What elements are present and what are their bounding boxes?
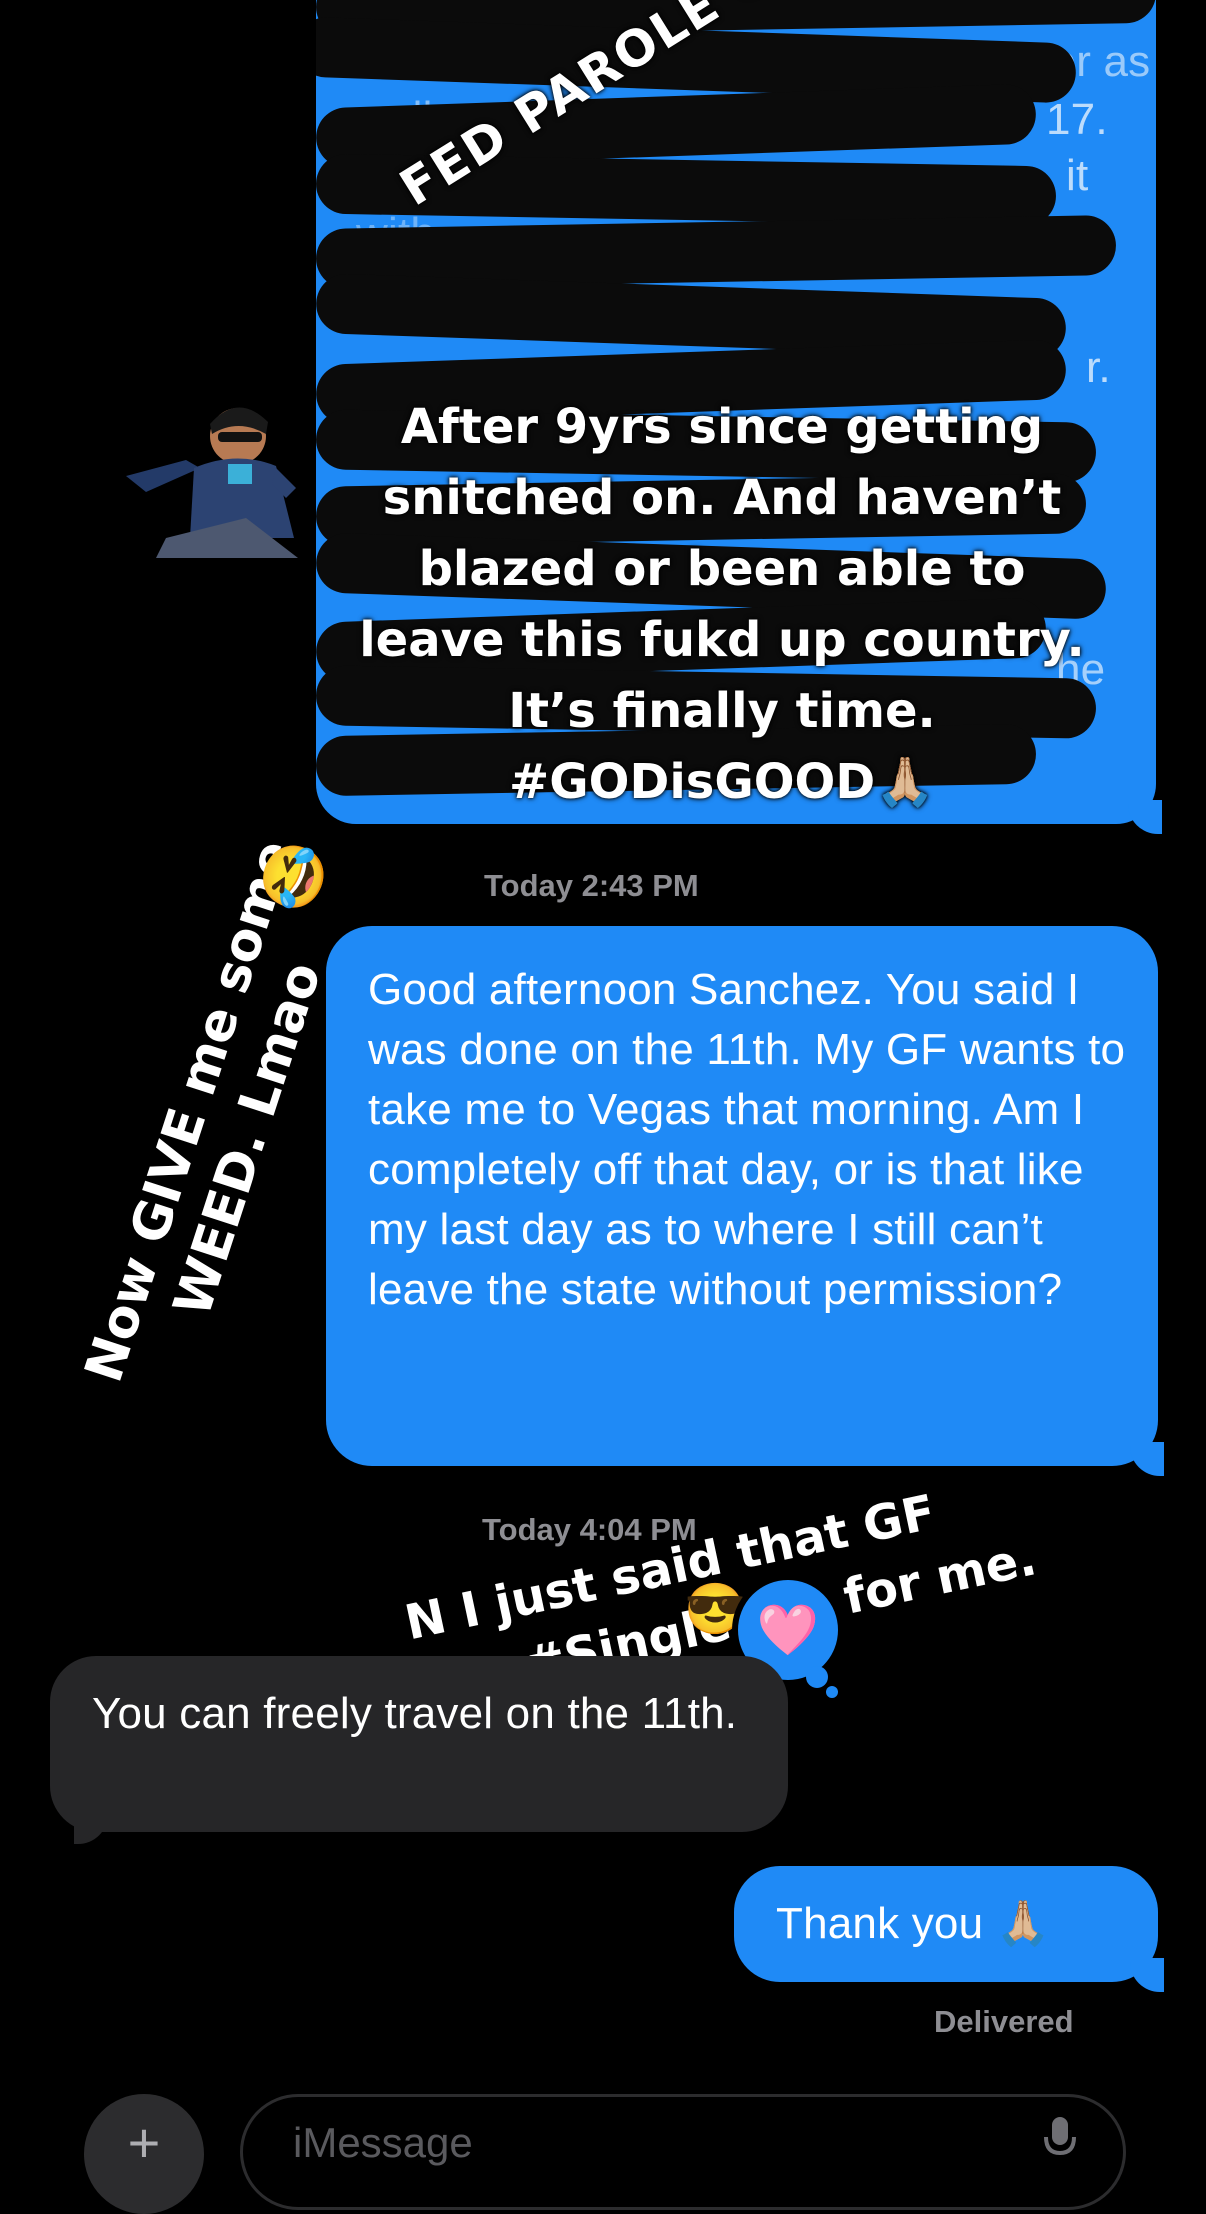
redacted-fragment: r. (1086, 343, 1111, 392)
overlay-side-text: Now GIVE me some WEED. Lmao (72, 833, 368, 1410)
message-input-placeholder: iMessage (293, 2119, 473, 2166)
outgoing-bubble: Good afternoon Sanchez. You said I was d… (326, 926, 1158, 1466)
bubble-tail (1128, 800, 1162, 834)
microphone-icon[interactable] (1043, 2115, 1077, 2168)
message-text: You can freely travel on the 11th. (92, 1689, 738, 1738)
tapback-dot (826, 1686, 838, 1698)
delivered-status: Delivered (934, 2004, 1074, 2039)
message-text: Thank you 🙏🏼 (776, 1899, 1051, 1948)
message-text: Good afternoon Sanchez. You said I was d… (368, 965, 1126, 1314)
incoming-bubble: You can freely travel on the 11th. (50, 1656, 788, 1832)
redacted-fragment: it (1066, 151, 1089, 200)
dab-sticker (126, 388, 304, 558)
bubble-tail (1130, 1442, 1164, 1476)
apps-plus-button[interactable]: + (84, 2094, 204, 2214)
bubble-tail (74, 1810, 108, 1844)
tapback-dot (806, 1666, 828, 1688)
timestamp: Today 2:43 PM (484, 868, 699, 903)
plus-icon: + (127, 2111, 161, 2174)
overlay-caption: After 9yrs since getting snitched on. An… (359, 399, 1085, 810)
bubble-tail (1130, 1958, 1164, 1992)
message-input[interactable]: iMessage (240, 2094, 1126, 2210)
heart-icon: 🩷 (756, 1601, 820, 1658)
outgoing-bubble: Thank you 🙏🏼 (734, 1866, 1158, 1982)
